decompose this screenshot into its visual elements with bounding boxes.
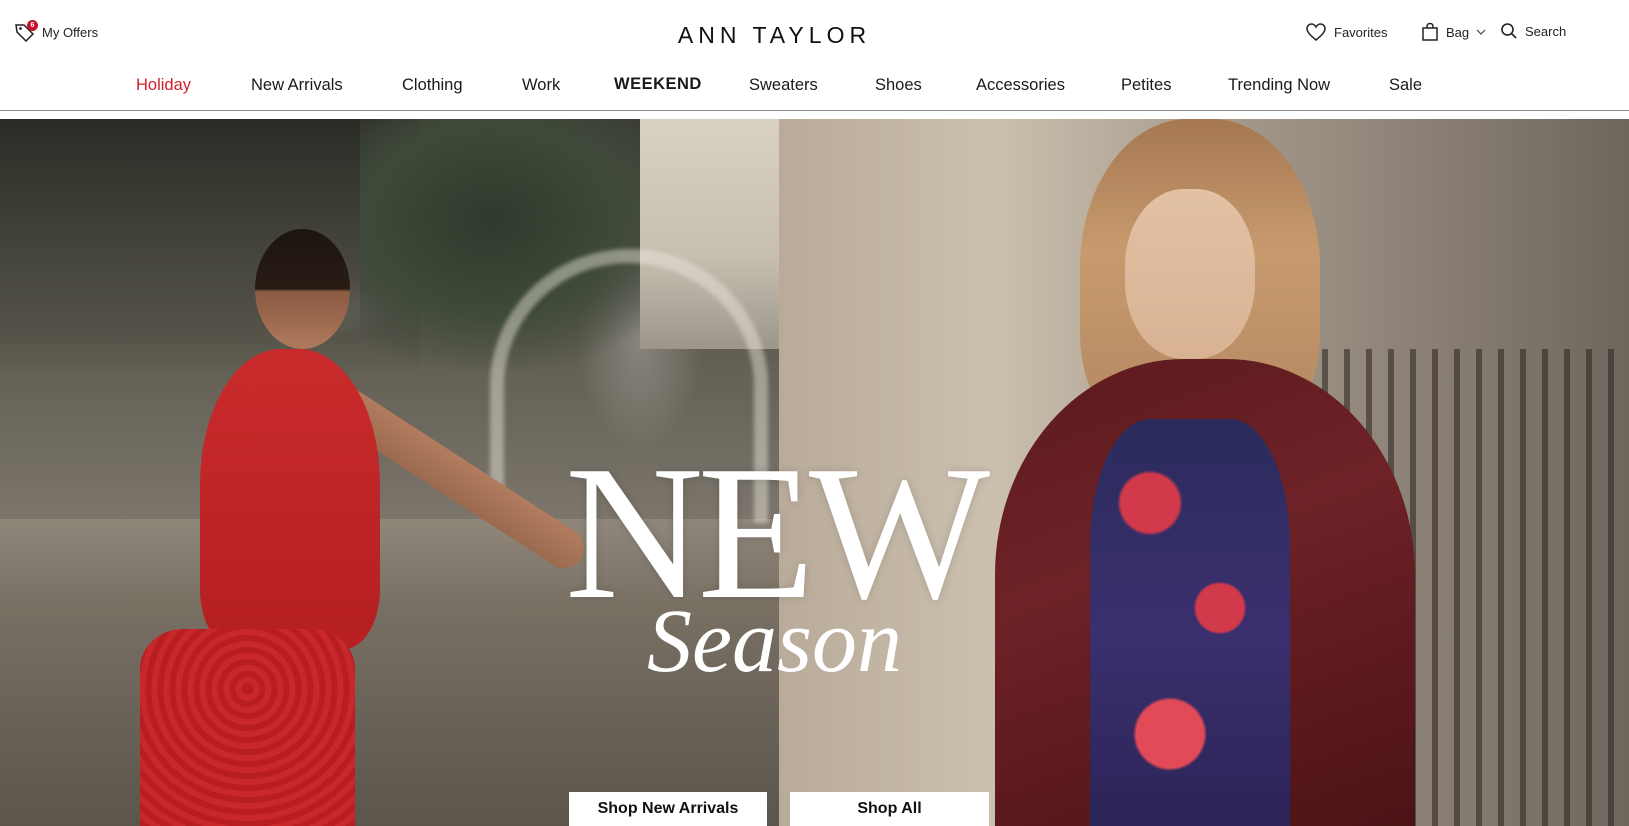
main-navigation: Holiday New Arrivals Clothing Work WEEKE… (0, 60, 1629, 111)
hero-banner[interactable]: NEW Season (0, 119, 1629, 826)
shopping-bag-icon (1422, 22, 1438, 41)
nav-item-shoes[interactable]: Shoes (875, 76, 922, 95)
shop-new-arrivals-button[interactable]: Shop New Arrivals (569, 792, 767, 826)
model-right-face (1125, 189, 1255, 359)
shop-all-button[interactable]: Shop All (790, 792, 989, 826)
nav-item-sweaters[interactable]: Sweaters (749, 76, 818, 95)
nav-item-holiday[interactable]: Holiday (136, 76, 191, 95)
nav-item-new-arrivals[interactable]: New Arrivals (251, 76, 343, 95)
fountain-background (0, 119, 420, 379)
search-icon (1501, 23, 1517, 39)
nav-item-accessories[interactable]: Accessories (976, 76, 1065, 95)
nav-item-trending-now[interactable]: Trending Now (1228, 76, 1330, 95)
bag-label: Bag (1446, 24, 1470, 40)
nav-item-weekend[interactable]: WEEKEND (614, 75, 702, 94)
site-header: 6 My Offers ANN TAYLOR Favorites Bag Sea… (0, 0, 1629, 60)
hero-subhead: Season (647, 592, 902, 691)
nav-item-sale[interactable]: Sale (1389, 76, 1422, 95)
search-link[interactable]: Search (1500, 22, 1566, 40)
favorites-label: Favorites (1334, 24, 1388, 40)
nav-item-work[interactable]: Work (522, 76, 560, 95)
nav-item-petites[interactable]: Petites (1121, 76, 1171, 95)
chevron-down-icon (1476, 29, 1486, 35)
bag-link[interactable]: Bag (1421, 22, 1486, 42)
nav-item-clothing[interactable]: Clothing (402, 76, 463, 95)
search-label: Search (1525, 23, 1567, 39)
model-left-head (255, 229, 350, 349)
heart-icon (1306, 23, 1326, 41)
favorites-link[interactable]: Favorites (1305, 22, 1387, 42)
